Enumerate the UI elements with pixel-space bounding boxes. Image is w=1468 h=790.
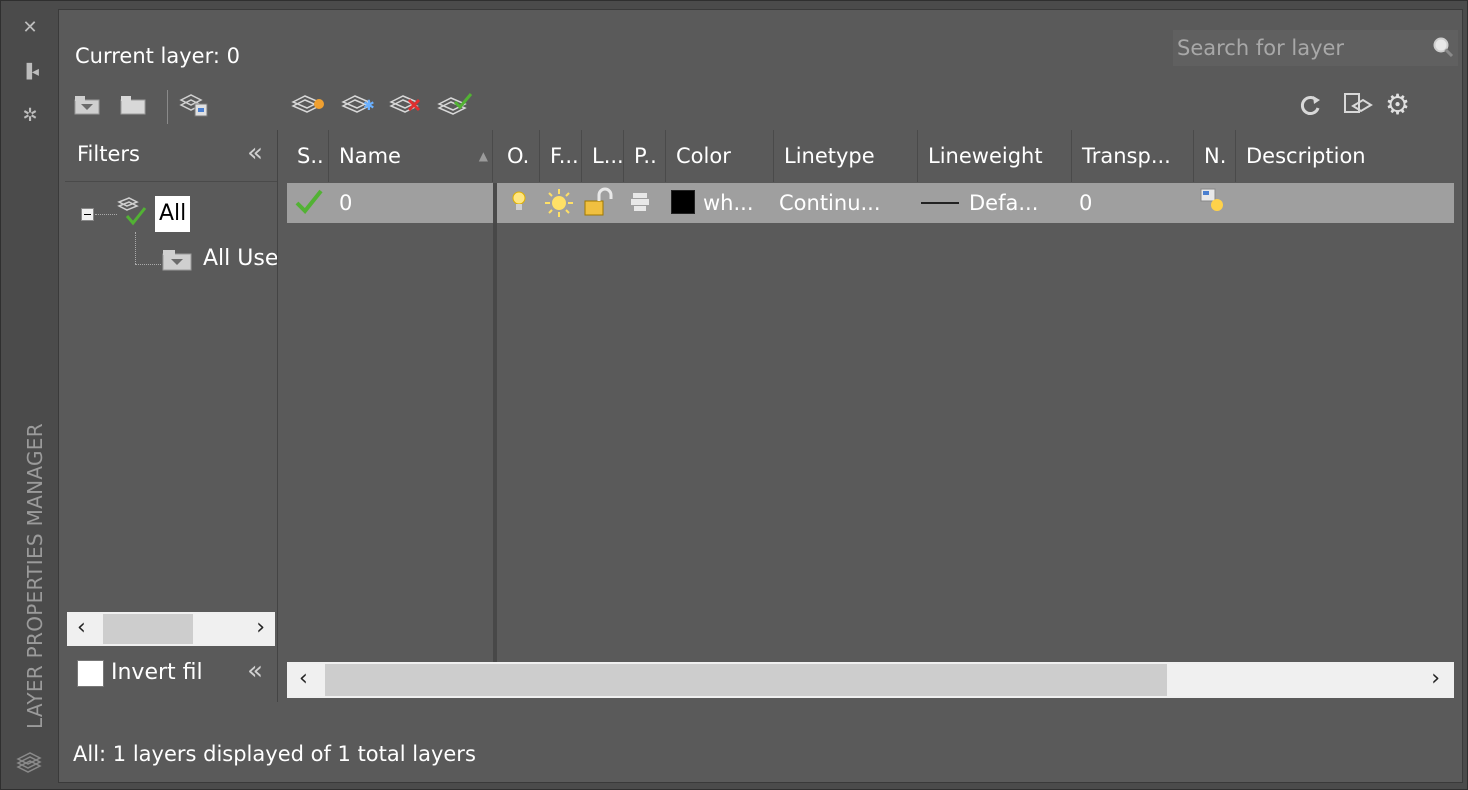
scroll-right-arrow-icon[interactable]: › xyxy=(256,615,265,640)
palette-title-strip: ✕ ▐◂ ✲ LAYER PROPERTIES MANAGER xyxy=(5,5,55,787)
tree-connector xyxy=(135,264,161,265)
column-status[interactable]: S.. xyxy=(287,130,329,182)
grid-split-bar xyxy=(493,183,497,223)
column-plot[interactable]: P.. xyxy=(624,130,666,182)
settings-gear-icon[interactable]: ⚙ xyxy=(1385,90,1410,120)
palette-main-area: Current layer: 0 Search for layer ✱ ⚙ Fi… xyxy=(58,9,1463,783)
all-filter-icon xyxy=(117,197,147,226)
new-group-filter-icon[interactable] xyxy=(117,90,149,120)
column-color[interactable]: Color xyxy=(666,130,774,182)
refresh-icon[interactable] xyxy=(1295,90,1325,120)
search-box[interactable] xyxy=(1173,30,1458,66)
close-icon[interactable]: ✕ xyxy=(19,19,41,37)
filters-horizontal-scrollbar[interactable]: ‹ › xyxy=(67,612,275,646)
column-on[interactable]: O. xyxy=(497,130,540,182)
column-description[interactable]: Description xyxy=(1236,130,1454,182)
layer-lineweight-cell[interactable]: Defa... xyxy=(921,183,1069,223)
color-swatch xyxy=(671,190,695,214)
current-layer-label: Current layer: 0 xyxy=(75,44,240,68)
color-name: wh... xyxy=(703,191,754,215)
tree-item-all-used-layers[interactable]: All Use xyxy=(203,246,277,271)
lightbulb-on-icon[interactable] xyxy=(509,189,529,217)
grid-horizontal-scrollbar[interactable]: ‹ › xyxy=(287,662,1454,698)
new-layer-vp-frozen-icon[interactable]: ✱ xyxy=(341,90,377,120)
layer-transparency-cell[interactable]: 0 xyxy=(1079,183,1189,223)
column-name-label: Name xyxy=(339,144,401,168)
filters-header: Filters « xyxy=(65,130,277,182)
printer-plot-icon[interactable] xyxy=(629,191,653,215)
column-transparency[interactable]: Transp... xyxy=(1072,130,1194,182)
scroll-right-arrow-icon[interactable]: › xyxy=(1431,666,1440,691)
properties-icon[interactable]: ✲ xyxy=(19,107,41,125)
layers-icon xyxy=(16,752,42,773)
filter-folder-icon xyxy=(162,250,192,271)
layer-linetype-cell[interactable]: Continu... xyxy=(779,183,913,223)
column-new-vp-freeze[interactable]: N. xyxy=(1194,130,1236,182)
tree-connector xyxy=(135,232,136,264)
set-current-icon[interactable] xyxy=(437,90,477,120)
layer-states-manager-icon[interactable] xyxy=(177,90,213,120)
filters-panel: Filters « All All Use ‹ › Invert fil « xyxy=(65,130,278,702)
delete-layer-icon[interactable] xyxy=(389,90,425,120)
grid-header: S.. Name ▲ O. F... L... P.. Color Linety… xyxy=(287,130,1454,182)
grid-split-bar xyxy=(493,223,497,665)
lineweight-value: Defa... xyxy=(969,191,1039,215)
scroll-left-arrow-icon[interactable]: ‹ xyxy=(77,615,86,640)
lineweight-sample-line xyxy=(921,202,959,204)
column-name[interactable]: Name ▲ xyxy=(329,130,493,182)
palette-title: LAYER PROPERTIES MANAGER xyxy=(23,423,47,729)
column-linetype[interactable]: Linetype xyxy=(774,130,918,182)
scrollbar-thumb[interactable] xyxy=(103,614,193,644)
scroll-left-arrow-icon[interactable]: ‹ xyxy=(299,666,308,691)
new-property-filter-icon[interactable] xyxy=(71,90,103,120)
current-layer-check-icon xyxy=(295,189,323,214)
invert-filter-row: Invert fil « xyxy=(65,652,277,696)
status-bar-text: All: 1 layers displayed of 1 total layer… xyxy=(73,742,476,766)
svg-text:✱: ✱ xyxy=(363,98,375,114)
collapse-filters-icon[interactable]: « xyxy=(247,656,263,686)
column-freeze[interactable]: F... xyxy=(540,130,582,182)
column-lock[interactable]: L... xyxy=(582,130,624,182)
sun-thawed-icon[interactable] xyxy=(542,187,576,219)
invert-filter-checkbox[interactable] xyxy=(77,660,104,687)
collapse-filters-icon[interactable]: « xyxy=(247,138,263,168)
new-vp-freeze-icon[interactable] xyxy=(1199,187,1229,217)
invert-filter-label: Invert fil xyxy=(111,660,203,685)
scrollbar-thumb[interactable] xyxy=(325,664,1167,696)
layer-name-cell[interactable]: 0 xyxy=(339,183,489,223)
search-icon[interactable] xyxy=(1432,36,1454,58)
column-lineweight[interactable]: Lineweight xyxy=(918,130,1072,182)
tree-item-all[interactable]: All xyxy=(155,196,191,232)
layer-list-grid: S.. Name ▲ O. F... L... P.. Color Linety… xyxy=(287,130,1454,665)
unlocked-padlock-icon[interactable] xyxy=(581,185,617,219)
layer-row[interactable]: 0 wh... Continu... Defa... 0 xyxy=(287,183,1454,223)
toolbar-separator xyxy=(167,90,168,124)
tree-collapse-toggle[interactable] xyxy=(81,208,94,221)
layer-properties-palette: ✕ ▐◂ ✲ LAYER PROPERTIES MANAGER Current … xyxy=(0,0,1468,790)
sort-ascending-icon: ▲ xyxy=(478,149,488,163)
layer-description-cell[interactable] xyxy=(1245,183,1445,223)
tree-connector xyxy=(95,214,117,215)
filter-tree: All All Use xyxy=(65,182,277,612)
layer-color-cell[interactable]: wh... xyxy=(671,183,771,223)
filters-title: Filters xyxy=(77,142,140,166)
new-layer-icon[interactable] xyxy=(291,90,327,120)
layer-settings-icon[interactable] xyxy=(1339,90,1375,120)
autohide-icon[interactable]: ▐◂ xyxy=(19,63,41,81)
search-input[interactable] xyxy=(1175,32,1419,64)
